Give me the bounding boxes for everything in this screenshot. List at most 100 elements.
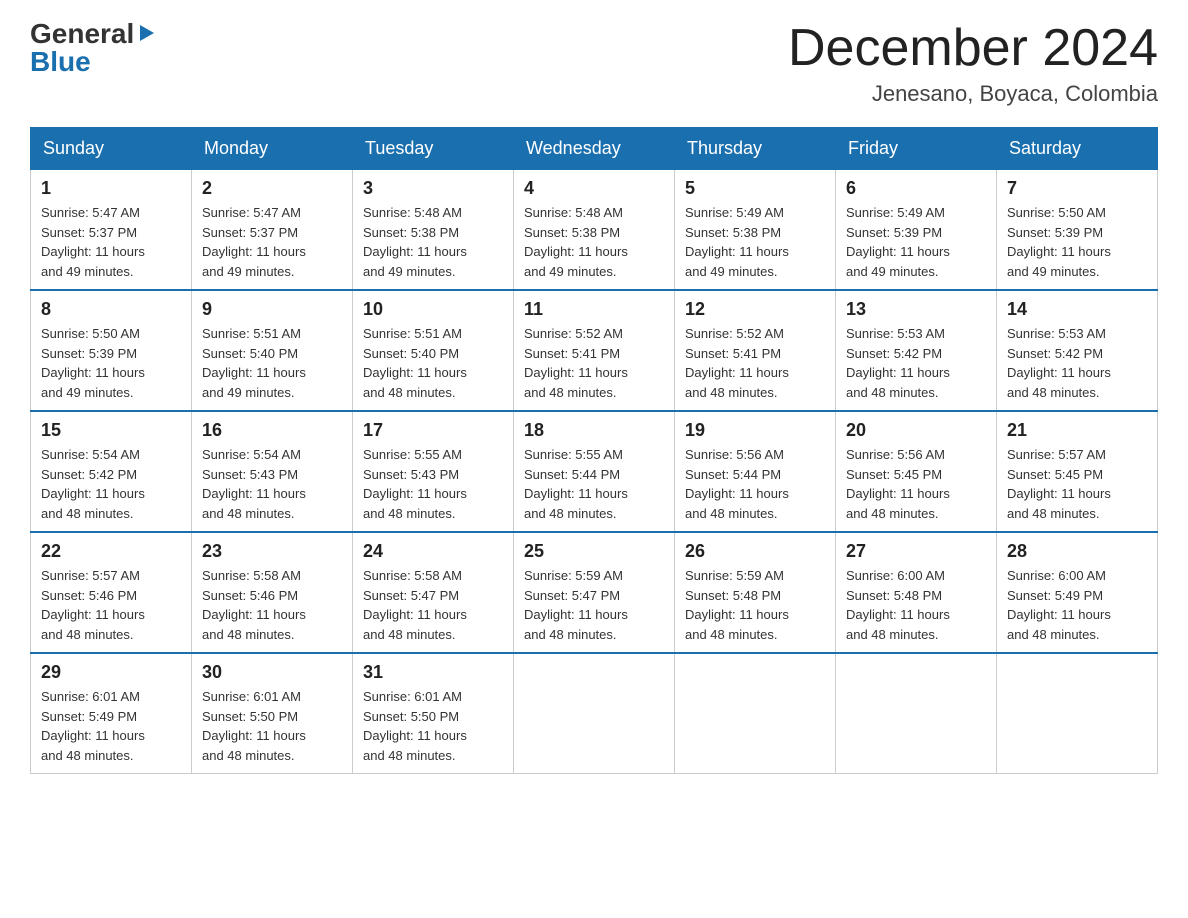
calendar-week-row: 1 Sunrise: 5:47 AMSunset: 5:37 PMDaylight… xyxy=(31,170,1158,291)
calendar-day-cell: 29 Sunrise: 6:01 AMSunset: 5:49 PMDayligh… xyxy=(31,653,192,774)
calendar-day-cell: 28 Sunrise: 6:00 AMSunset: 5:49 PMDayligh… xyxy=(997,532,1158,653)
day-number: 24 xyxy=(363,541,503,562)
calendar-day-cell: 25Sunrise: 5:59 AMSunset: 5:47 PMDayligh… xyxy=(514,532,675,653)
logo-triangle-icon xyxy=(136,23,156,43)
day-info: Sunrise: 5:56 AMSunset: 5:45 PMDaylight:… xyxy=(846,445,986,523)
calendar-day-cell: 20 Sunrise: 5:56 AMSunset: 5:45 PMDayligh… xyxy=(836,411,997,532)
day-number: 6 xyxy=(846,178,986,199)
day-info: Sunrise: 5:56 AMSunset: 5:44 PMDaylight:… xyxy=(685,445,825,523)
day-info: Sunrise: 5:49 AMSunset: 5:39 PMDaylight:… xyxy=(846,203,986,281)
day-info: Sunrise: 5:50 AMSunset: 5:39 PMDaylight:… xyxy=(1007,203,1147,281)
calendar-day-cell: 13 Sunrise: 5:53 AMSunset: 5:42 PMDayligh… xyxy=(836,290,997,411)
calendar-day-cell: 5 Sunrise: 5:49 AMSunset: 5:38 PMDaylight… xyxy=(675,170,836,291)
header-wednesday: Wednesday xyxy=(514,128,675,170)
logo-general-text: General xyxy=(30,20,134,48)
day-number: 2 xyxy=(202,178,342,199)
day-info: Sunrise: 5:53 AMSunset: 5:42 PMDaylight:… xyxy=(846,324,986,402)
day-info: Sunrise: 6:01 AMSunset: 5:50 PMDaylight:… xyxy=(202,687,342,765)
day-number: 16 xyxy=(202,420,342,441)
calendar-day-cell xyxy=(836,653,997,774)
logo: General Blue xyxy=(30,20,156,76)
calendar-week-row: 22Sunrise: 5:57 AMSunset: 5:46 PMDayligh… xyxy=(31,532,1158,653)
day-info: Sunrise: 5:55 AMSunset: 5:44 PMDaylight:… xyxy=(524,445,664,523)
day-info: Sunrise: 5:55 AMSunset: 5:43 PMDaylight:… xyxy=(363,445,503,523)
calendar-subtitle: Jenesano, Boyaca, Colombia xyxy=(788,81,1158,107)
header-friday: Friday xyxy=(836,128,997,170)
calendar-day-cell: 18 Sunrise: 5:55 AMSunset: 5:44 PMDayligh… xyxy=(514,411,675,532)
calendar-day-cell: 3Sunrise: 5:48 AMSunset: 5:38 PMDaylight… xyxy=(353,170,514,291)
calendar-day-cell: 23 Sunrise: 5:58 AMSunset: 5:46 PMDayligh… xyxy=(192,532,353,653)
day-number: 23 xyxy=(202,541,342,562)
day-info: Sunrise: 6:01 AMSunset: 5:49 PMDaylight:… xyxy=(41,687,181,765)
title-section: December 2024 Jenesano, Boyaca, Colombia xyxy=(788,20,1158,107)
day-number: 12 xyxy=(685,299,825,320)
calendar-day-cell: 22Sunrise: 5:57 AMSunset: 5:46 PMDayligh… xyxy=(31,532,192,653)
calendar-table: SundayMondayTuesdayWednesdayThursdayFrid… xyxy=(30,127,1158,774)
calendar-day-cell: 16 Sunrise: 5:54 AMSunset: 5:43 PMDayligh… xyxy=(192,411,353,532)
day-number: 7 xyxy=(1007,178,1147,199)
calendar-week-row: 15 Sunrise: 5:54 AMSunset: 5:42 PMDayligh… xyxy=(31,411,1158,532)
day-number: 11 xyxy=(524,299,664,320)
day-info: Sunrise: 5:53 AMSunset: 5:42 PMDaylight:… xyxy=(1007,324,1147,402)
day-number: 31 xyxy=(363,662,503,683)
calendar-title: December 2024 xyxy=(788,20,1158,77)
day-number: 8 xyxy=(41,299,181,320)
day-info: Sunrise: 5:54 AMSunset: 5:43 PMDaylight:… xyxy=(202,445,342,523)
day-number: 28 xyxy=(1007,541,1147,562)
calendar-day-cell: 26 Sunrise: 5:59 AMSunset: 5:48 PMDayligh… xyxy=(675,532,836,653)
day-info: Sunrise: 5:52 AMSunset: 5:41 PMDaylight:… xyxy=(524,324,664,402)
day-info: Sunrise: 6:00 AMSunset: 5:48 PMDaylight:… xyxy=(846,566,986,644)
day-info: Sunrise: 5:52 AMSunset: 5:41 PMDaylight:… xyxy=(685,324,825,402)
calendar-day-cell: 21Sunrise: 5:57 AMSunset: 5:45 PMDayligh… xyxy=(997,411,1158,532)
day-number: 30 xyxy=(202,662,342,683)
day-number: 13 xyxy=(846,299,986,320)
logo-blue-text: Blue xyxy=(30,48,91,76)
day-number: 15 xyxy=(41,420,181,441)
calendar-day-cell: 2 Sunrise: 5:47 AMSunset: 5:37 PMDaylight… xyxy=(192,170,353,291)
day-number: 17 xyxy=(363,420,503,441)
calendar-week-row: 8 Sunrise: 5:50 AMSunset: 5:39 PMDaylight… xyxy=(31,290,1158,411)
day-number: 9 xyxy=(202,299,342,320)
day-number: 18 xyxy=(524,420,664,441)
day-info: Sunrise: 5:59 AMSunset: 5:48 PMDaylight:… xyxy=(685,566,825,644)
header-sunday: Sunday xyxy=(31,128,192,170)
page-header: General Blue December 2024 Jenesano, Boy… xyxy=(30,20,1158,107)
day-info: Sunrise: 5:58 AMSunset: 5:46 PMDaylight:… xyxy=(202,566,342,644)
day-info: Sunrise: 5:54 AMSunset: 5:42 PMDaylight:… xyxy=(41,445,181,523)
header-tuesday: Tuesday xyxy=(353,128,514,170)
day-info: Sunrise: 5:58 AMSunset: 5:47 PMDaylight:… xyxy=(363,566,503,644)
header-saturday: Saturday xyxy=(997,128,1158,170)
day-info: Sunrise: 5:51 AMSunset: 5:40 PMDaylight:… xyxy=(363,324,503,402)
day-number: 5 xyxy=(685,178,825,199)
calendar-day-cell xyxy=(997,653,1158,774)
day-number: 26 xyxy=(685,541,825,562)
calendar-day-cell: 10Sunrise: 5:51 AMSunset: 5:40 PMDayligh… xyxy=(353,290,514,411)
day-number: 20 xyxy=(846,420,986,441)
calendar-day-cell: 11 Sunrise: 5:52 AMSunset: 5:41 PMDayligh… xyxy=(514,290,675,411)
day-info: Sunrise: 6:00 AMSunset: 5:49 PMDaylight:… xyxy=(1007,566,1147,644)
day-info: Sunrise: 5:59 AMSunset: 5:47 PMDaylight:… xyxy=(524,566,664,644)
calendar-day-cell: 9Sunrise: 5:51 AMSunset: 5:40 PMDaylight… xyxy=(192,290,353,411)
day-info: Sunrise: 5:49 AMSunset: 5:38 PMDaylight:… xyxy=(685,203,825,281)
day-info: Sunrise: 5:50 AMSunset: 5:39 PMDaylight:… xyxy=(41,324,181,402)
day-info: Sunrise: 5:47 AMSunset: 5:37 PMDaylight:… xyxy=(41,203,181,281)
calendar-day-cell: 19Sunrise: 5:56 AMSunset: 5:44 PMDayligh… xyxy=(675,411,836,532)
calendar-week-row: 29 Sunrise: 6:01 AMSunset: 5:49 PMDayligh… xyxy=(31,653,1158,774)
day-number: 29 xyxy=(41,662,181,683)
header-thursday: Thursday xyxy=(675,128,836,170)
day-info: Sunrise: 5:57 AMSunset: 5:45 PMDaylight:… xyxy=(1007,445,1147,523)
calendar-day-cell: 27Sunrise: 6:00 AMSunset: 5:48 PMDayligh… xyxy=(836,532,997,653)
calendar-day-cell: 30 Sunrise: 6:01 AMSunset: 5:50 PMDayligh… xyxy=(192,653,353,774)
calendar-day-cell: 14 Sunrise: 5:53 AMSunset: 5:42 PMDayligh… xyxy=(997,290,1158,411)
calendar-day-cell: 6 Sunrise: 5:49 AMSunset: 5:39 PMDaylight… xyxy=(836,170,997,291)
day-number: 14 xyxy=(1007,299,1147,320)
calendar-day-cell: 7 Sunrise: 5:50 AMSunset: 5:39 PMDaylight… xyxy=(997,170,1158,291)
day-info: Sunrise: 5:47 AMSunset: 5:37 PMDaylight:… xyxy=(202,203,342,281)
calendar-day-cell: 4Sunrise: 5:48 AMSunset: 5:38 PMDaylight… xyxy=(514,170,675,291)
calendar-day-cell: 24 Sunrise: 5:58 AMSunset: 5:47 PMDayligh… xyxy=(353,532,514,653)
calendar-day-cell: 12 Sunrise: 5:52 AMSunset: 5:41 PMDayligh… xyxy=(675,290,836,411)
day-number: 1 xyxy=(41,178,181,199)
calendar-day-cell: 8 Sunrise: 5:50 AMSunset: 5:39 PMDaylight… xyxy=(31,290,192,411)
day-number: 3 xyxy=(363,178,503,199)
calendar-day-cell xyxy=(514,653,675,774)
